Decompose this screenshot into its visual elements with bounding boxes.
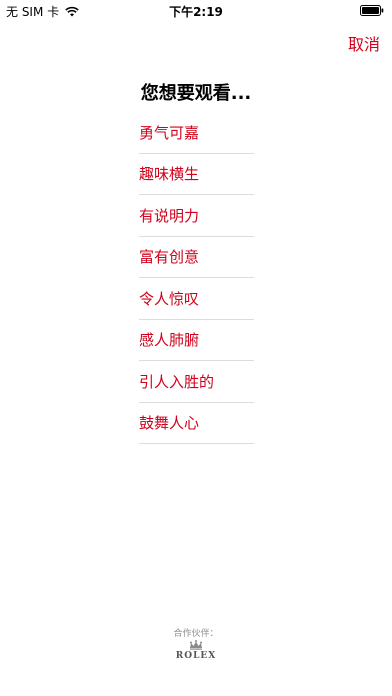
option-item-funny[interactable]: 趣味横生	[139, 154, 254, 195]
option-item-persuasive[interactable]: 有说明力	[139, 195, 254, 237]
status-bar: 无 SIM 卡 下午2:19	[0, 0, 392, 22]
option-item-amazing[interactable]: 令人惊叹	[139, 278, 254, 320]
partner-label: 合作伙伴：	[173, 629, 219, 639]
rolex-wordmark: ROLEX	[175, 651, 217, 661]
options-list: 勇气可嘉 趣味横生 有说明力 富有创意 令人惊叹 感人肺腑 引人入胜的 鼓舞人心	[139, 112, 254, 444]
option-item-brave[interactable]: 勇气可嘉	[139, 112, 254, 154]
status-bar-right	[360, 5, 384, 16]
option-item-touching[interactable]: 感人肺腑	[139, 320, 254, 361]
status-time: 下午2:19	[169, 5, 223, 19]
option-item-inspiring[interactable]: 鼓舞人心	[139, 403, 254, 444]
rolex-logo: ROLEX	[0, 640, 392, 661]
crown-icon	[190, 640, 202, 650]
battery-icon	[360, 5, 384, 16]
option-item-fascinating[interactable]: 引人入胜的	[139, 361, 254, 403]
option-item-creative[interactable]: 富有创意	[139, 237, 254, 278]
cancel-button[interactable]: 取消	[348, 31, 380, 55]
screen: 无 SIM 卡 下午2:19 取消 您想要观看... 勇气可嘉 趣味横生 有说明…	[0, 0, 392, 696]
prompt-title: 您想要观看...	[140, 83, 252, 104]
